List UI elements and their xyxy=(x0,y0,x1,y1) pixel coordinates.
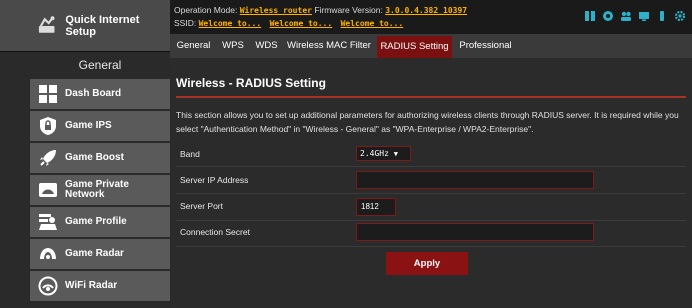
settings-gear-icon[interactable] xyxy=(602,10,614,22)
tab-wds[interactable]: WDS xyxy=(251,34,282,58)
status-icons xyxy=(584,10,686,22)
quick-internet-setup-button[interactable]: Quick Internet Setup xyxy=(0,0,170,52)
sidebar: Quick Internet Setup General Dash Board … xyxy=(0,0,170,308)
shield-lock-icon xyxy=(37,115,59,137)
row-divider xyxy=(176,193,686,194)
server-port-label: Server Port xyxy=(180,201,223,211)
sidebar-item-label: Game Radar xyxy=(65,248,124,259)
tab-radius-setting[interactable]: RADIUS Setting xyxy=(377,36,452,58)
sidebar-item-label: Game Private Network xyxy=(65,179,129,200)
server-port-input[interactable]: 1812 xyxy=(356,198,396,216)
ssid-link[interactable]: Welcome to... xyxy=(199,19,262,28)
wizard-icon xyxy=(38,15,55,33)
ssid-link[interactable]: Welcome to... xyxy=(341,19,404,28)
page-title: Wireless - RADIUS Setting xyxy=(176,76,326,90)
users-icon[interactable] xyxy=(620,10,632,22)
tab-bar: General WPS WDS Wireless MAC Filter RADI… xyxy=(170,34,692,58)
ssid-link[interactable]: Welcome to... xyxy=(270,19,333,28)
private-network-icon xyxy=(37,179,59,201)
band-select[interactable]: 2.4GHz ▼ xyxy=(356,146,411,161)
sidebar-item-dash-board[interactable]: Dash Board xyxy=(30,79,170,110)
dashboard-icon xyxy=(37,83,59,105)
sidebar-section-title: General xyxy=(78,58,122,72)
row-divider xyxy=(176,166,686,167)
tab-wps[interactable]: WPS xyxy=(217,34,249,58)
connection-secret-label: Connection Secret xyxy=(180,227,250,237)
sidebar-item-label: Game Boost xyxy=(65,152,124,163)
sidebar-item-game-profile[interactable]: Game Profile xyxy=(30,207,170,238)
sidebar-item-wifi-radar[interactable]: WiFi Radar xyxy=(30,271,170,302)
network-map-icon[interactable] xyxy=(584,10,596,22)
row-divider xyxy=(176,220,686,221)
chevron-down-icon: ▼ xyxy=(393,150,398,158)
apply-button[interactable]: Apply xyxy=(386,252,468,275)
status-header: Operation Mode: Wireless router Firmware… xyxy=(170,0,692,34)
tab-professional[interactable]: Professional xyxy=(454,34,517,58)
game-profile-icon xyxy=(37,211,59,233)
row-divider xyxy=(176,246,686,247)
connection-secret-input[interactable] xyxy=(356,223,594,241)
tab-general[interactable]: General xyxy=(172,34,215,58)
operation-mode-label: Operation Mode: xyxy=(174,5,238,15)
sidebar-item-game-private-network[interactable]: Game Private Network xyxy=(30,175,170,206)
tab-wireless-mac-filter[interactable]: Wireless MAC Filter xyxy=(284,34,374,58)
server-ip-label: Server IP Address xyxy=(180,175,249,185)
sidebar-item-label: Dash Board xyxy=(65,88,122,99)
sidebar-item-label: WiFi Radar xyxy=(65,280,118,291)
display-icon[interactable] xyxy=(638,10,650,22)
sidebar-item-label: Game IPS xyxy=(65,120,112,131)
firmware-version-link[interactable]: 3.0.0.4.382_10397 xyxy=(385,6,467,15)
band-select-value: 2.4GHz xyxy=(360,149,389,158)
sidebar-item-game-boost[interactable]: Game Boost xyxy=(30,143,170,174)
sidebar-item-game-radar[interactable]: Game Radar xyxy=(30,239,170,270)
firmware-label: Firmware Version: xyxy=(314,5,383,15)
quick-internet-setup-label: Quick Internet Setup xyxy=(65,13,140,38)
sidebar-item-label: Game Profile xyxy=(65,216,127,227)
rocket-icon xyxy=(37,147,59,169)
page-description: This section allows you to set up additi… xyxy=(176,110,679,134)
operation-mode-link[interactable]: Wireless router xyxy=(240,6,312,15)
title-divider xyxy=(176,96,686,98)
gear-icon[interactable] xyxy=(674,10,686,22)
main-panel: Wireless - RADIUS Setting This section a… xyxy=(170,58,692,308)
operation-mode-line: Operation Mode: Wireless router Firmware… xyxy=(174,5,467,15)
band-label: Band xyxy=(180,149,200,159)
usb-icon[interactable] xyxy=(656,10,668,22)
wifi-radar-icon xyxy=(37,275,59,297)
game-radar-icon xyxy=(37,243,59,265)
ssid-label: SSID: xyxy=(174,18,197,28)
ssid-line: SSID: Welcome to... Welcome to... Welcom… xyxy=(174,18,403,28)
server-ip-input[interactable] xyxy=(356,171,594,189)
sidebar-item-game-ips[interactable]: Game IPS xyxy=(30,111,170,142)
